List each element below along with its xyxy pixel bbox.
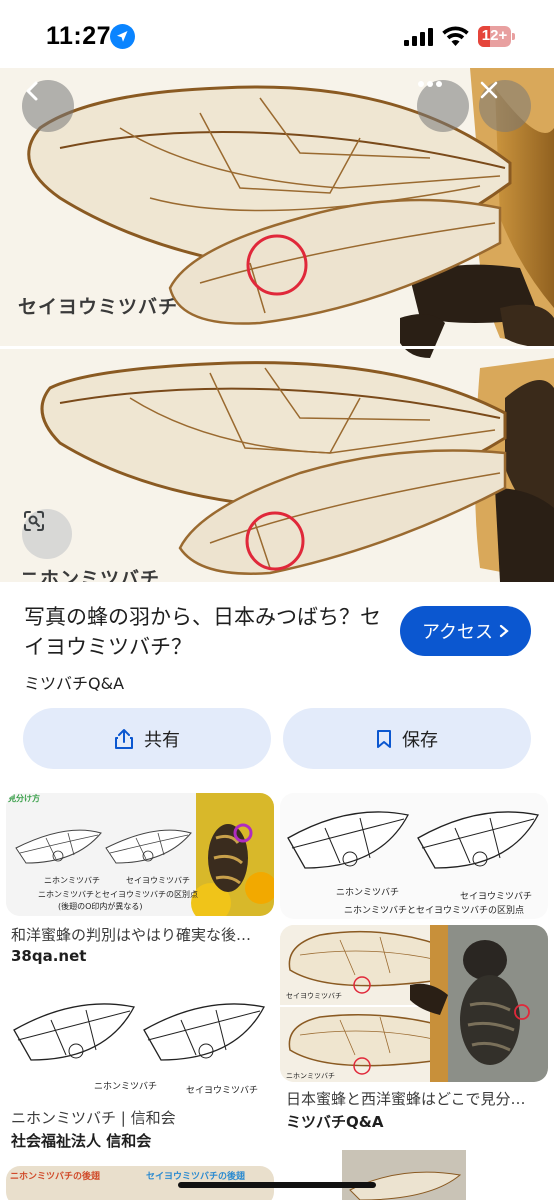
card3-right-label: セイヨウミツバチ <box>186 1086 259 1096</box>
cellular-signal-icon <box>404 28 433 46</box>
card1-badge: 見分け方 <box>8 794 40 803</box>
wing-photo-4 <box>280 925 548 1082</box>
back-button[interactable] <box>22 80 74 132</box>
share-button[interactable]: 共有 <box>23 708 271 769</box>
card4-caption[interactable]: 日本蜜蜂と西洋蜜蜂はどこで見分… <box>286 1088 548 1109</box>
card5-left-label: ニホンミツバチの後翅 <box>10 1172 101 1182</box>
related-image-1[interactable]: 見分け方 ニホンミツバチ セイヨウミツバチ ニホンミツバチとセイヨウミツバチの区… <box>6 793 274 916</box>
more-options-button[interactable] <box>417 80 469 132</box>
status-bar: 11:27 12+ <box>0 0 554 68</box>
close-button[interactable] <box>479 80 531 132</box>
card4-bottom-label: ニホンミツバチ <box>286 1072 335 1080</box>
chevron-right-icon <box>499 624 509 638</box>
access-label: アクセス <box>421 622 494 643</box>
related-image-6[interactable] <box>280 1150 548 1200</box>
close-icon <box>480 81 498 99</box>
card2-left-label: ニホンミツバチ <box>336 888 400 898</box>
share-icon <box>115 728 133 749</box>
screen: 11:27 12+ セイヨウミツバチ ニホンミツバチ 写真の蜂の羽から、日本みつ… <box>0 0 554 1200</box>
card4-top-label: セイヨウミツバチ <box>286 992 342 1000</box>
card1-note2: (後翅のO印内が異なる) <box>58 902 143 911</box>
card3-source: 社会福祉法人 信和会 <box>11 1132 152 1150</box>
card3-caption[interactable]: ニホンミツバチ | 信和会 <box>11 1107 273 1128</box>
wing-photo-6 <box>342 1150 466 1200</box>
lens-search-button[interactable] <box>22 509 72 559</box>
result-source: ミツバチQ&A <box>24 674 125 693</box>
wing-label-japanese: ニホンミツバチ <box>20 568 161 582</box>
home-indicator[interactable] <box>178 1182 376 1188</box>
card2-note: ニホンミツバチとセイヨウミツバチの区別点 <box>344 906 525 916</box>
card1-source: 38qa.net <box>11 947 87 965</box>
battery-indicator: 12+ <box>478 26 516 47</box>
wing-label-western: セイヨウミツバチ <box>18 296 179 318</box>
card5-right-label: セイヨウミツバチの後翅 <box>146 1172 246 1182</box>
bookmark-icon <box>377 729 391 748</box>
card1-note1: ニホンミツバチとセイヨウミツバチの区別点 <box>38 890 198 899</box>
card3-left-label: ニホンミツバチ <box>94 1082 158 1092</box>
card1-left-label: ニホンミツバチ <box>44 876 100 885</box>
access-button[interactable]: アクセス <box>400 606 531 656</box>
share-label: 共有 <box>144 729 180 751</box>
status-time: 11:27 <box>46 22 112 50</box>
related-image-4[interactable]: セイヨウミツバチ ニホンミツバチ <box>280 925 548 1082</box>
card1-caption[interactable]: 和洋蜜蜂の判別はやはり確実な後… <box>11 924 273 945</box>
save-button[interactable]: 保存 <box>283 708 531 769</box>
save-label: 保存 <box>402 729 438 751</box>
related-image-3[interactable]: ニホンミツバチ セイヨウミツバチ <box>6 985 274 1100</box>
result-title[interactable]: 写真の蜂の羽から、日本みつばち？セイヨウミツバチ？ <box>24 602 394 662</box>
card4-source: ミツバチQ&A <box>286 1113 384 1131</box>
chevron-left-icon <box>26 81 38 101</box>
wifi-icon <box>442 26 469 46</box>
result-image[interactable]: セイヨウミツバチ ニホンミツバチ <box>0 68 554 582</box>
location-arrow-icon <box>110 24 135 49</box>
lens-icon <box>24 511 44 531</box>
card2-right-label: セイヨウミツバチ <box>460 892 533 902</box>
card1-right-label: セイヨウミツバチ <box>126 876 190 885</box>
related-image-2[interactable]: ニホンミツバチ セイヨウミツバチ ニホンミツバチとセイヨウミツバチの区別点 <box>280 793 548 919</box>
more-horizontal-icon <box>418 81 442 87</box>
bee-wings-photo <box>0 68 554 582</box>
